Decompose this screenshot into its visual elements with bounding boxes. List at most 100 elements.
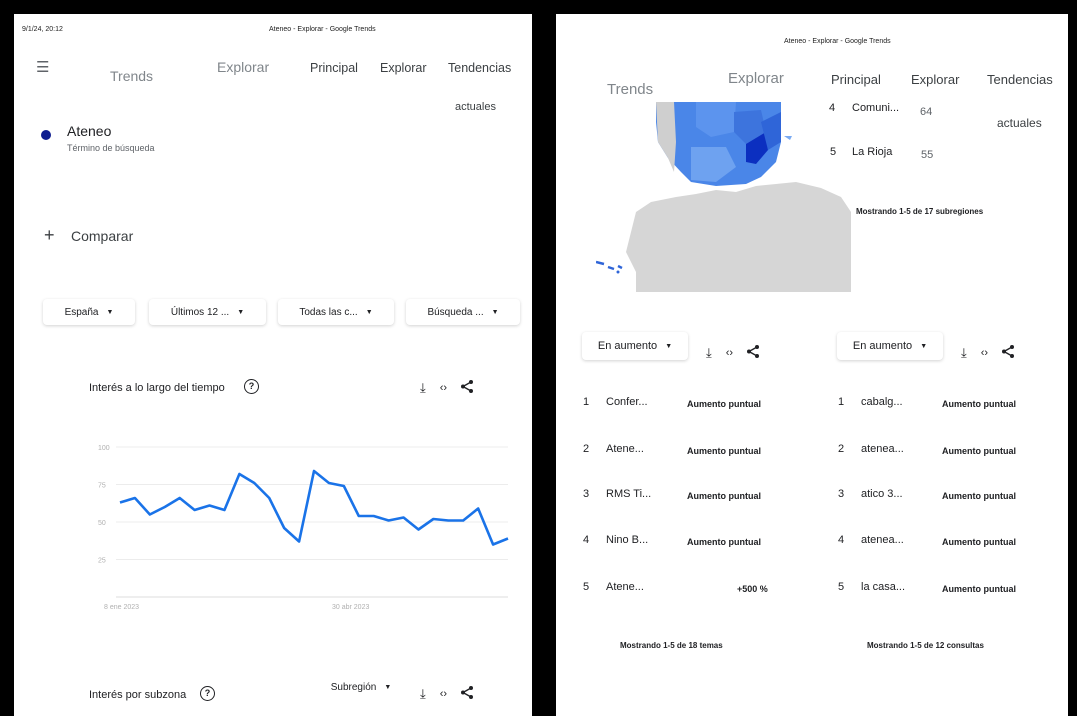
filter-time-label: Últimos 12 ... <box>170 306 230 318</box>
x-tick-label: 8 ene 2023 <box>104 604 139 609</box>
nav-actuales[interactable]: actuales <box>997 116 1042 130</box>
region-level-dropdown[interactable]: Subregión ▼ <box>318 675 404 699</box>
region-map[interactable] <box>596 102 856 292</box>
left-screenshot: 9/1/24, 20:12 Ateneo - Explorar - Google… <box>14 14 532 716</box>
share-icon[interactable] <box>747 345 760 361</box>
caret-down-icon: ▼ <box>491 308 499 316</box>
explorar-faded: Explorar <box>728 70 784 87</box>
queries-footer: Mostrando 1-5 de 12 consultas <box>867 641 984 650</box>
trends-logo-text[interactable]: Trends <box>110 68 153 84</box>
topic-name[interactable]: Nino B... <box>606 534 648 546</box>
share-icon[interactable] <box>461 686 474 702</box>
embed-icon[interactable]: ‹› <box>440 382 447 394</box>
trends-logo-text[interactable]: Trends <box>607 81 653 98</box>
add-icon[interactable]: + <box>44 225 55 246</box>
topic-name[interactable]: Confer... <box>606 396 648 408</box>
rank: 3 <box>838 488 845 500</box>
caret-down-icon: ▼ <box>106 308 114 316</box>
region-rank: 4 <box>829 102 836 114</box>
download-icon[interactable]: ⤓ <box>420 686 426 702</box>
query-value: Aumento puntual <box>942 584 1016 594</box>
nav-tendencias[interactable]: Tendencias <box>448 61 511 75</box>
filter-category-label: Todas las c... <box>299 306 358 318</box>
download-icon[interactable]: ⤓ <box>420 380 426 396</box>
region-value: 64 <box>920 106 933 118</box>
queries-actions: ⤓ ‹› <box>961 345 1015 361</box>
window-title: Ateneo - Explorar - Google Trends <box>784 38 891 45</box>
download-icon[interactable]: ⤓ <box>706 345 712 361</box>
share-icon[interactable] <box>1002 345 1015 361</box>
timestamp: 9/1/24, 20:12 <box>22 26 63 33</box>
help-icon[interactable]: ? <box>200 686 215 701</box>
rank: 4 <box>583 534 590 546</box>
topic-value: Aumento puntual <box>687 446 761 456</box>
x-tick-label: 30 abr 2023 <box>332 604 369 609</box>
compare-button[interactable]: Comparar <box>71 228 133 244</box>
nav-explorar[interactable]: Explorar <box>911 72 959 87</box>
nav-tendencias[interactable]: Tendencias <box>987 72 1053 87</box>
embed-icon[interactable]: ‹› <box>726 347 733 359</box>
rank: 1 <box>838 396 845 408</box>
caret-down-icon: ▼ <box>665 342 673 350</box>
query-name[interactable]: atenea... <box>861 534 904 546</box>
term-subtitle: Término de búsqueda <box>67 143 155 153</box>
query-name[interactable]: atico 3... <box>861 488 903 500</box>
topics-footer: Mostrando 1-5 de 18 temas <box>620 641 723 650</box>
query-name[interactable]: atenea... <box>861 443 904 455</box>
query-name[interactable]: la casa... <box>861 581 905 593</box>
caret-down-icon: ▼ <box>920 342 928 350</box>
rank: 2 <box>838 443 845 455</box>
nav-principal[interactable]: Principal <box>831 72 881 87</box>
topic-value: Aumento puntual <box>687 491 761 501</box>
topic-name[interactable]: Atene... <box>606 443 644 455</box>
rank: 4 <box>838 534 845 546</box>
embed-icon[interactable]: ‹› <box>440 688 447 700</box>
topics-actions: ⤓ ‹› <box>706 345 760 361</box>
y-tick-label: 25 <box>98 558 106 565</box>
download-icon[interactable]: ⤓ <box>961 345 967 361</box>
window-title: Ateneo - Explorar - Google Trends <box>269 26 376 33</box>
queries-filter-dropdown[interactable]: En aumento ▼ <box>837 332 943 360</box>
caret-down-icon: ▼ <box>237 308 245 316</box>
filter-search-type-label: Búsqueda ... <box>427 306 484 318</box>
menu-icon[interactable]: ☰ <box>36 58 49 76</box>
share-icon[interactable] <box>461 380 474 396</box>
series-line[interactable] <box>119 469 509 546</box>
nav-explorar[interactable]: Explorar <box>380 61 427 75</box>
nav-principal[interactable]: Principal <box>310 61 358 75</box>
query-value: Aumento puntual <box>942 399 1016 409</box>
filter-time[interactable]: Últimos 12 ... ▼ <box>149 299 266 325</box>
interest-time-title: Interés a lo largo del tiempo <box>89 382 225 394</box>
y-tick-label: 75 <box>98 483 106 490</box>
filter-region[interactable]: España ▼ <box>43 299 135 325</box>
topic-value: +500 % <box>737 584 768 594</box>
filter-region-label: España <box>64 306 99 318</box>
topic-name[interactable]: RMS Ti... <box>606 488 651 500</box>
rank: 1 <box>583 396 590 408</box>
right-screenshot: Ateneo - Explorar - Google Trends Trends… <box>556 14 1068 716</box>
topic-value: Aumento puntual <box>687 537 761 547</box>
filter-category[interactable]: Todas las c... ▼ <box>278 299 394 325</box>
rank: 5 <box>583 581 590 593</box>
rank: 2 <box>583 443 590 455</box>
topic-name[interactable]: Atene... <box>606 581 644 593</box>
region-level-label: Subregión <box>330 681 377 693</box>
explorar-faded: Explorar <box>217 59 270 75</box>
y-tick-label: 100 <box>98 445 110 452</box>
chart-actions: ⤓ ‹› <box>420 380 474 396</box>
region-name[interactable]: Comuni... <box>852 102 899 114</box>
query-name[interactable]: cabalg... <box>861 396 903 408</box>
term-color-dot <box>41 130 51 140</box>
topics-filter-dropdown[interactable]: En aumento ▼ <box>582 332 688 360</box>
filter-search-type[interactable]: Búsqueda ... ▼ <box>406 299 520 325</box>
rank: 5 <box>838 581 845 593</box>
search-term-card[interactable]: Ateneo Término de búsqueda <box>14 96 382 180</box>
regions-footer: Mostrando 1-5 de 17 subregiones <box>856 207 984 216</box>
embed-icon[interactable]: ‹› <box>981 347 988 359</box>
nav-actuales[interactable]: actuales <box>455 101 496 113</box>
region-name[interactable]: La Rioja <box>852 146 892 158</box>
region-rank: 5 <box>830 146 837 158</box>
interest-region-title: Interés por subzona <box>89 689 187 701</box>
caret-down-icon: ▼ <box>365 308 373 316</box>
help-icon[interactable]: ? <box>244 379 259 394</box>
